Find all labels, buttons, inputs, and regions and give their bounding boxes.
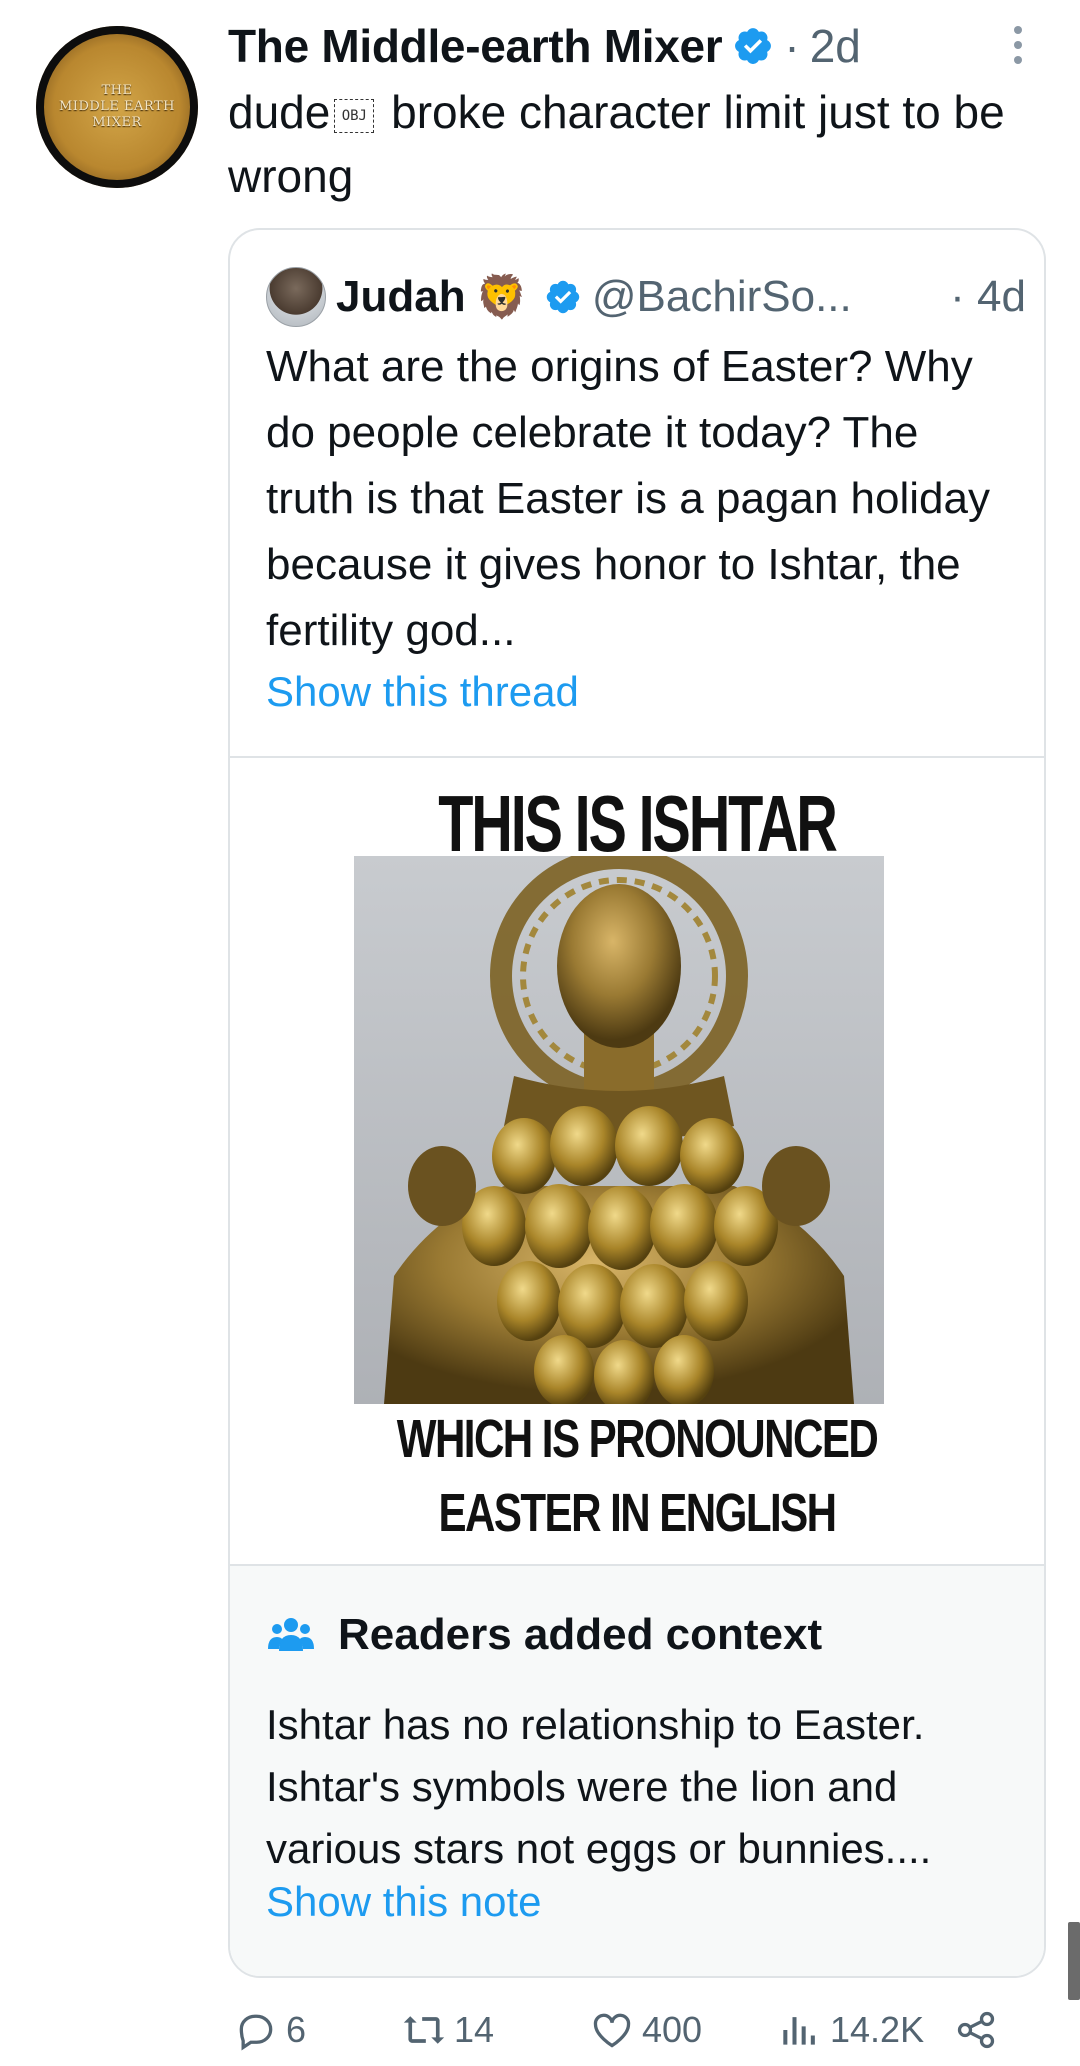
note-title: Readers added context <box>338 1610 823 1659</box>
verified-badge-icon <box>546 280 580 314</box>
quoted-author-handle[interactable]: @BachirSo... <box>592 272 852 322</box>
quoted-post-header: Judah 🦁 @BachirSo... · 4d <box>266 264 1026 330</box>
meme-image[interactable]: THIS IS ISHTAR WHICH IS PRONOUNCED EASTE… <box>230 758 1044 1562</box>
reply-button[interactable]: 6 <box>234 2000 306 2060</box>
quoted-author-name[interactable]: Judah <box>336 272 466 322</box>
avatar-logo-text: THE MIDDLE EARTH MIXER <box>59 83 175 130</box>
object-replacement-glyph: OBJ <box>334 98 375 133</box>
show-thread-link[interactable]: Show this thread <box>266 668 579 716</box>
post-text: dude OBJ broke character limit just to be… <box>228 86 1005 202</box>
quoted-post[interactable]: Judah 🦁 @BachirSo... · 4d What are the or… <box>228 228 1046 1978</box>
view-count: 14.2K <box>830 2009 925 2050</box>
community-note[interactable]: Readers added context Ishtar has no rela… <box>230 1566 1044 1976</box>
statue-photo <box>354 856 884 1404</box>
more-options-icon[interactable] <box>1008 22 1028 68</box>
share-icon <box>957 2011 995 2049</box>
author-name[interactable]: The Middle-earth Mixer <box>228 19 723 73</box>
views-button[interactable]: 14.2K <box>778 2000 924 2060</box>
note-text: Ishtar has no relationship to Easter. Is… <box>266 1701 932 1872</box>
repost-icon <box>403 2016 445 2044</box>
readers-people-icon <box>268 1618 314 1651</box>
reply-icon <box>239 2014 273 2051</box>
author-avatar[interactable]: THE MIDDLE EARTH MIXER <box>36 26 198 188</box>
post-dot: · <box>784 20 800 72</box>
note-header: Readers added context <box>268 1610 822 1660</box>
post-header: The Middle-earth Mixer · 2d <box>228 14 1028 78</box>
meme-bottom-caption: WHICH IS PRONOUNCED EASTER IN ENGLISH <box>396 1409 879 1543</box>
heart-icon <box>593 2013 631 2048</box>
reply-count: 6 <box>286 2009 307 2050</box>
quoted-author-avatar[interactable] <box>266 267 326 327</box>
post-time[interactable]: 2d <box>810 19 861 73</box>
share-button[interactable] <box>954 2000 998 2060</box>
verified-badge-icon <box>735 28 772 64</box>
repost-count: 14 <box>454 2009 495 2050</box>
repost-button[interactable]: 14 <box>402 2000 494 2060</box>
views-chart-icon <box>783 2017 815 2045</box>
quoted-post-time: · 4d <box>950 272 1026 321</box>
like-button[interactable]: 400 <box>590 2000 702 2060</box>
action-bar: 6 14 400 14.2K <box>228 2000 1028 2060</box>
scrollbar-thumb[interactable] <box>1068 1922 1080 2000</box>
like-count: 400 <box>642 2009 703 2050</box>
quoted-post-text: What are the origins of Easter? Why do p… <box>266 342 990 655</box>
lion-emoji: 🦁 <box>475 272 528 320</box>
show-note-link[interactable]: Show this note <box>266 1878 542 1926</box>
